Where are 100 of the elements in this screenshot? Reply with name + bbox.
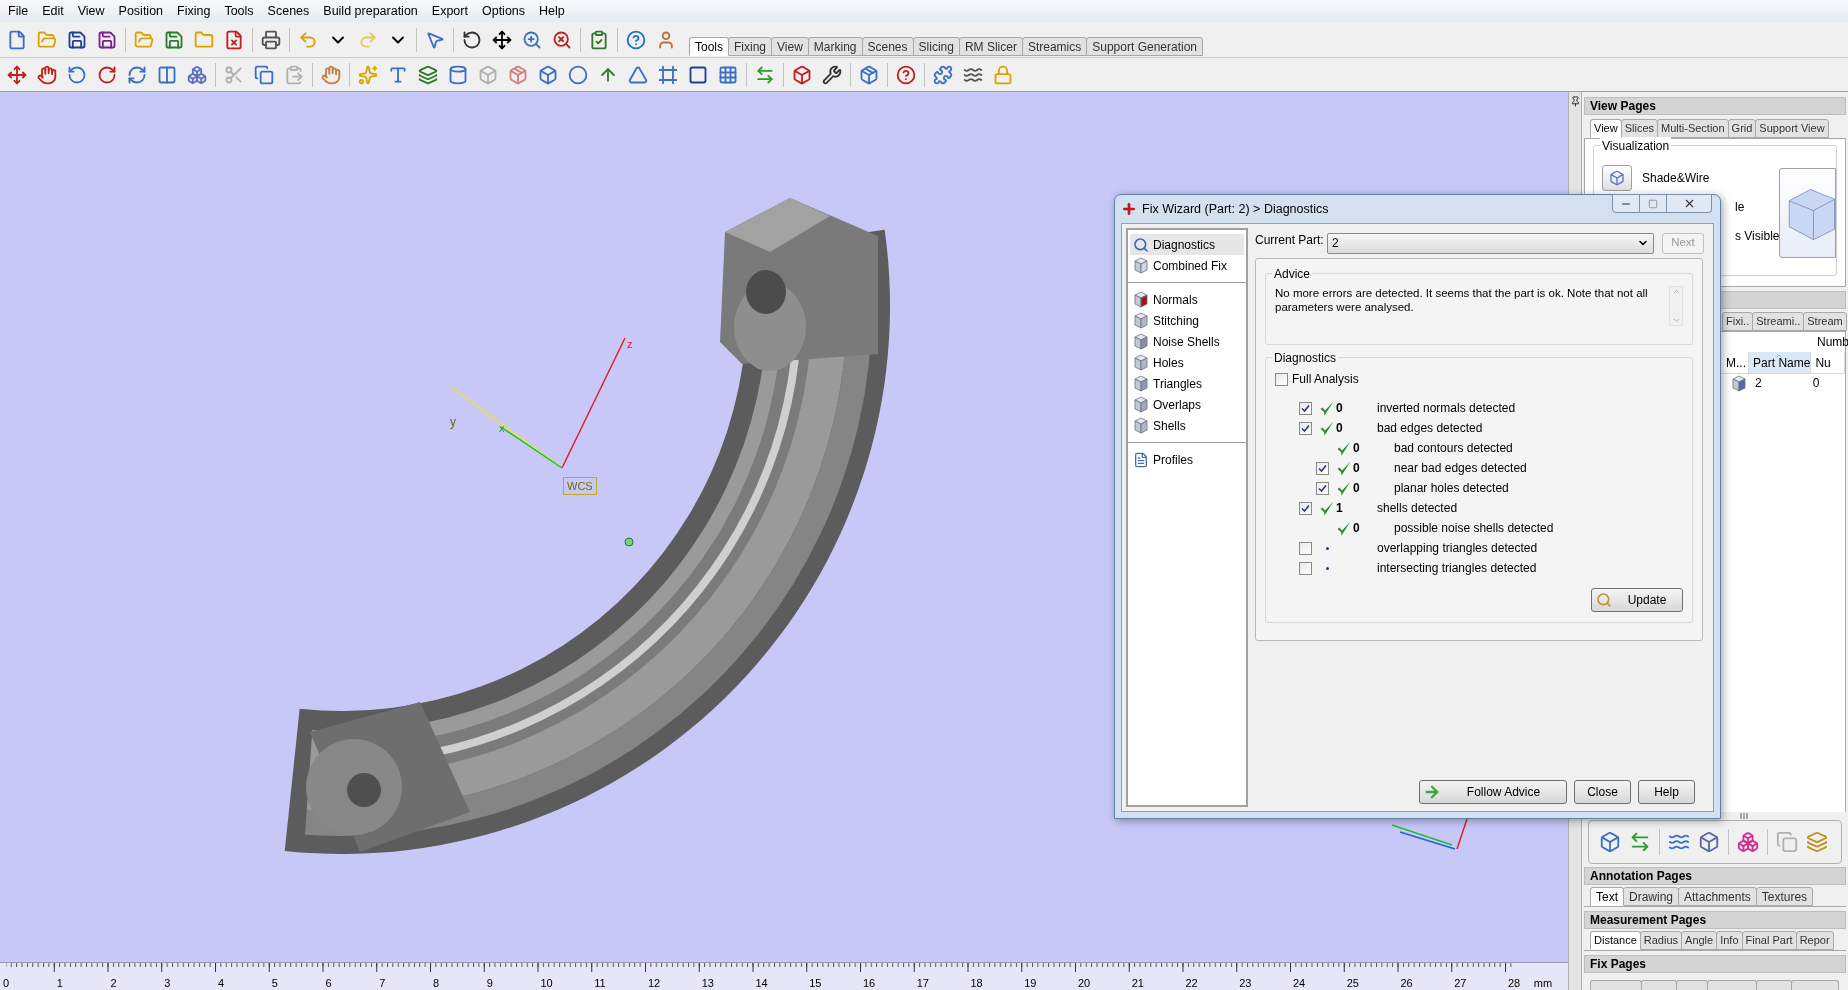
- menu-item[interactable]: Scenes: [260, 1, 317, 21]
- tab[interactable]: Slicing: [912, 37, 960, 56]
- ruler-number: 13: [701, 977, 714, 989]
- panel-header: Measurement Pages: [1584, 911, 1846, 929]
- ruler-number: 0: [3, 977, 10, 989]
- current-part-dropdown[interactable]: 2: [1327, 232, 1654, 254]
- ruler-number: 16: [863, 977, 876, 989]
- nav-item[interactable]: Stitching: [1130, 310, 1244, 331]
- ruler-number: 26: [1400, 977, 1413, 989]
- ruler-number: 4: [218, 977, 225, 989]
- diagnostic-label: intersecting triangles detected: [1377, 560, 1537, 577]
- ruler-number: 2: [110, 977, 117, 989]
- tab[interactable]: Support View: [1755, 119, 1829, 138]
- menu-item[interactable]: View: [70, 1, 112, 21]
- checkbox-label: Full Analysis: [1292, 371, 1359, 388]
- option-label: le: [1735, 198, 1745, 216]
- diagnostic-label: shells detected: [1377, 500, 1458, 517]
- tab[interactable]: View: [771, 37, 809, 56]
- column-header[interactable]: Part Name: [1749, 352, 1812, 373]
- dialog-button[interactable]: Help: [1638, 780, 1695, 804]
- diagnostic-label: bad edges detected: [1377, 420, 1483, 437]
- ruler-number: 15: [809, 977, 822, 989]
- tab[interactable]: Tools: [689, 37, 729, 56]
- tab[interactable]: Info: [1716, 931, 1743, 950]
- count-text: 0: [1336, 421, 1343, 435]
- tab[interactable]: Marking: [807, 37, 863, 56]
- menu-item[interactable]: Position: [111, 1, 171, 21]
- ruler-number: 22: [1185, 977, 1198, 989]
- menu-item[interactable]: Tools: [217, 1, 261, 21]
- update-button[interactable]: Update: [1591, 588, 1683, 612]
- diagnostic-label: possible noise shells detected: [1394, 520, 1554, 537]
- dialog-button[interactable]: Close: [1574, 780, 1631, 804]
- tab[interactable]: Angle: [1681, 931, 1718, 950]
- menu-item[interactable]: Fixing: [170, 1, 218, 21]
- menu-item[interactable]: Options: [474, 1, 533, 21]
- axis-label: y: [450, 415, 456, 429]
- menu-item[interactable]: File: [1, 1, 36, 21]
- ruler-unit: mm: [1533, 976, 1553, 990]
- ruler-number: 20: [1078, 977, 1091, 989]
- tab[interactable]: Final Part: [1741, 931, 1797, 950]
- tab[interactable]: View: [1590, 119, 1622, 138]
- axis-label: x: [499, 422, 505, 434]
- ruler-number: 7: [379, 977, 386, 989]
- ruler-number: 27: [1454, 977, 1467, 989]
- ruler-number: 19: [1024, 977, 1037, 989]
- tab[interactable]: Radius: [1639, 931, 1683, 950]
- column-header[interactable]: Nu: [1811, 352, 1845, 373]
- ruler-number: 1: [56, 977, 63, 989]
- tab[interactable]: Multi-Section: [1657, 119, 1729, 138]
- wcs-label: WCS: [563, 477, 597, 495]
- tab[interactable]: Streami..: [1752, 312, 1805, 331]
- menu-item[interactable]: Build preparation: [316, 1, 425, 21]
- tab[interactable]: Repor: [1795, 931, 1834, 950]
- tab[interactable]: Distance: [1590, 931, 1641, 950]
- menu-item[interactable]: Edit: [35, 1, 71, 21]
- display-mode-label: Shade&Wire: [1642, 170, 1710, 187]
- follow-advice-button[interactable]: Follow Advice: [1419, 780, 1567, 804]
- tab[interactable]: Support Generation: [1086, 37, 1203, 56]
- axis-label: z: [627, 338, 633, 350]
- table-cell-text: 2: [1755, 375, 1762, 392]
- nav-item[interactable]: Shells: [1130, 415, 1244, 436]
- nav-item[interactable]: Combined Fix: [1130, 255, 1244, 276]
- count-text: 0: [1353, 441, 1360, 455]
- count-text: 0: [1353, 481, 1360, 495]
- tab[interactable]: Drawing: [1623, 887, 1680, 906]
- advice-text: No more errors are detected. It seems that the part is ok. Note that not all parameters were analysed.: [1275, 286, 1649, 315]
- tab[interactable]: Text: [1590, 887, 1624, 906]
- menu-item[interactable]: Help: [532, 1, 572, 21]
- count-text: 0: [1336, 401, 1343, 415]
- column-group-label: Numb: [1817, 334, 1848, 351]
- ruler-number: 28: [1508, 977, 1521, 989]
- diagnostic-label: planar holes detected: [1394, 480, 1509, 497]
- ruler-number: 10: [540, 977, 553, 989]
- tab[interactable]: Fixi..: [1722, 312, 1754, 331]
- ruler-number: 21: [1131, 977, 1144, 989]
- tab[interactable]: Stream: [1803, 312, 1847, 331]
- tab[interactable]: Scenes: [861, 37, 914, 56]
- ruler-number: 5: [271, 977, 278, 989]
- nav-item[interactable]: Holes: [1130, 352, 1244, 373]
- nav-item[interactable]: Triangles: [1130, 373, 1244, 394]
- tab[interactable]: Attachments: [1678, 887, 1757, 906]
- nav-item[interactable]: Normals: [1130, 289, 1244, 310]
- ruler-number: 24: [1293, 977, 1306, 989]
- nav-item[interactable]: Overlaps: [1130, 394, 1244, 415]
- nav-item[interactable]: Diagnostics: [1130, 234, 1244, 255]
- ruler-number: 8: [433, 977, 440, 989]
- diagnostic-label: overlapping triangles detected: [1377, 540, 1538, 557]
- tab[interactable]: Textures: [1755, 887, 1814, 906]
- nav-item[interactable]: Noise Shells: [1130, 331, 1244, 352]
- tab[interactable]: RM Slicer: [958, 37, 1023, 56]
- count-text: 0: [1353, 461, 1360, 475]
- ruler-number: 23: [1239, 977, 1252, 989]
- diagnostic-label: inverted normals detected: [1377, 400, 1516, 417]
- tab[interactable]: Streamics: [1021, 37, 1088, 56]
- diagnostic-label: near bad edges detected: [1394, 460, 1527, 477]
- ruler-number: 17: [916, 977, 929, 989]
- menu-item[interactable]: Export: [424, 1, 475, 21]
- nav-item[interactable]: Profiles: [1130, 449, 1244, 470]
- tab[interactable]: Fixing: [728, 37, 773, 56]
- panel-header: Fix Pages: [1584, 955, 1846, 973]
